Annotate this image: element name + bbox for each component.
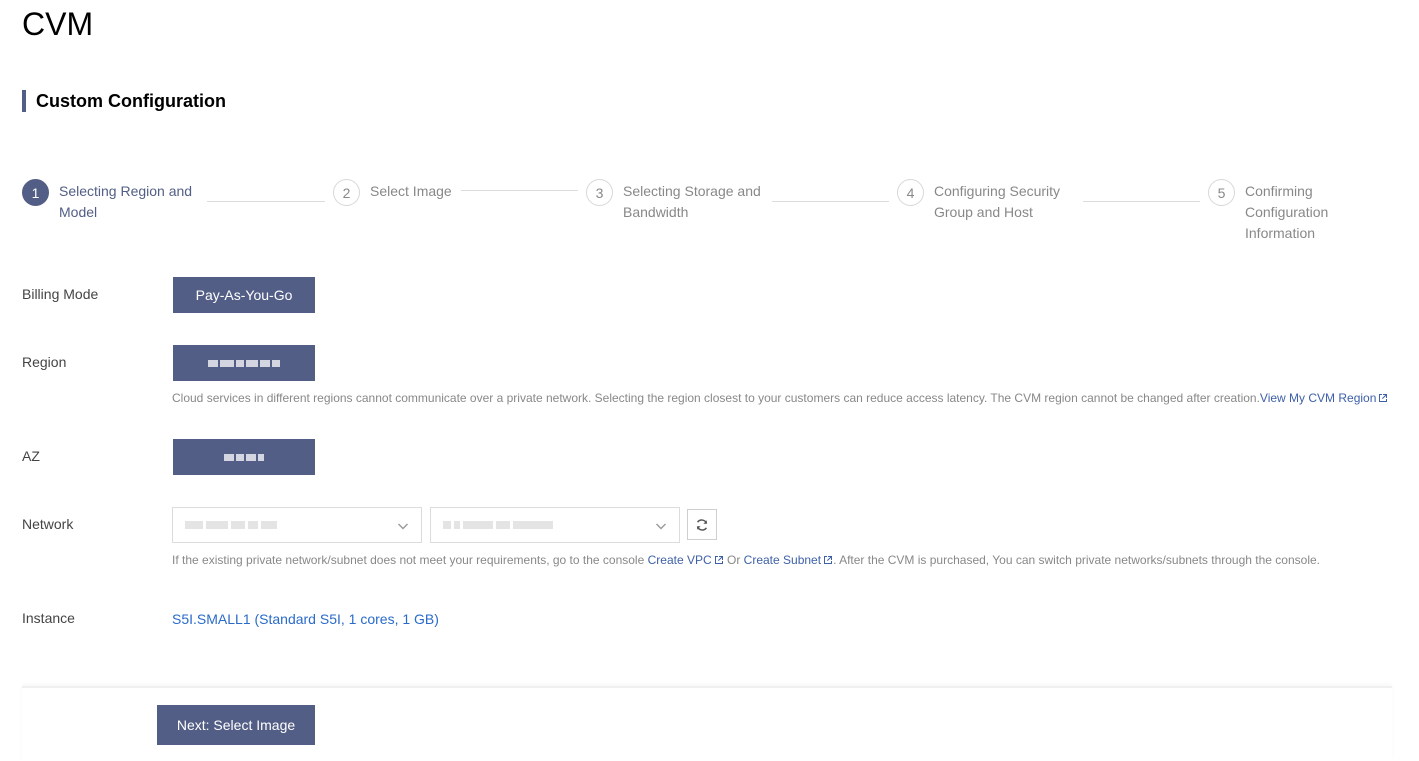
subnet-select-value-redacted: [443, 521, 553, 529]
region-hint-text: Cloud services in different regions cann…: [172, 391, 1260, 405]
external-link-icon: [714, 556, 723, 564]
step-4-number: 4: [897, 179, 924, 206]
vpc-select-value-redacted: [185, 521, 277, 529]
next-select-image-button[interactable]: Next: Select Image: [157, 705, 315, 745]
create-vpc-link[interactable]: Create VPC: [648, 553, 724, 567]
network-hint-text: If the existing private network/subnet d…: [172, 553, 645, 567]
step-4-label: Configuring Security Group and Host: [934, 183, 1061, 220]
step-1-label: Selecting Region and Model: [59, 183, 193, 220]
step-3-label: Selecting Storage and Bandwidth: [623, 183, 761, 220]
step-wizard: 1 Selecting Region and Model 2 Select Im…: [22, 179, 1402, 249]
step-3-number: 3: [586, 179, 613, 206]
step-5: 5 Confirming Configuration Information: [1208, 179, 1355, 244]
step-5-label: Confirming Configuration Information: [1245, 183, 1329, 241]
section-header: Custom Configuration: [22, 90, 226, 112]
network-label: Network: [22, 516, 74, 532]
external-link-icon: [1379, 394, 1388, 402]
view-cvm-region-link[interactable]: View My CVM Region: [1260, 391, 1388, 405]
vpc-select[interactable]: [172, 507, 422, 543]
step-4: 4 Configuring Security Group and Host: [897, 179, 1084, 223]
az-value-redacted: [224, 453, 264, 461]
step-2-number: 2: [333, 179, 360, 206]
create-subnet-link-label: Create Subnet: [743, 553, 822, 567]
network-hint-or: Or: [726, 553, 741, 567]
network-hint-after: . After the CVM is purchased, You can sw…: [833, 553, 1320, 567]
region-hint: Cloud services in different regions cann…: [172, 391, 1388, 405]
chevron-down-icon: [656, 523, 666, 530]
region-selected-button[interactable]: [173, 345, 315, 381]
az-selected-button[interactable]: [173, 439, 315, 475]
network-hint: If the existing private network/subnet d…: [172, 553, 1320, 567]
region-value-redacted: [208, 359, 280, 367]
step-5-number: 5: [1208, 179, 1235, 206]
subnet-select[interactable]: [430, 507, 680, 543]
az-label: AZ: [22, 448, 40, 464]
step-2: 2 Select Image: [333, 179, 480, 206]
external-link-icon: [824, 556, 833, 564]
step-connector: [207, 201, 325, 202]
instance-label: Instance: [22, 610, 75, 626]
step-1: 1 Selecting Region and Model: [22, 179, 209, 223]
page-title: CVM: [22, 6, 94, 42]
step-connector: [461, 190, 578, 191]
step-3: 3 Selecting Storage and Bandwidth: [586, 179, 773, 223]
billing-mode-label: Billing Mode: [22, 286, 99, 302]
chevron-down-icon: [398, 523, 408, 530]
region-label: Region: [22, 354, 67, 370]
step-1-number: 1: [22, 179, 49, 206]
billing-pay-as-you-go-button[interactable]: Pay-As-You-Go: [173, 277, 315, 313]
refresh-icon: [696, 518, 708, 531]
instance-type-link[interactable]: S5I.SMALL1 (Standard S5I, 1 cores, 1 GB): [172, 611, 439, 627]
step-connector: [772, 201, 889, 202]
step-2-label: Select Image: [370, 183, 452, 199]
create-vpc-link-label: Create VPC: [647, 553, 712, 567]
step-connector: [1083, 201, 1200, 202]
view-cvm-region-link-label: View My CVM Region: [1259, 391, 1377, 405]
create-subnet-link[interactable]: Create Subnet: [744, 553, 833, 567]
refresh-network-button[interactable]: [687, 509, 717, 540]
